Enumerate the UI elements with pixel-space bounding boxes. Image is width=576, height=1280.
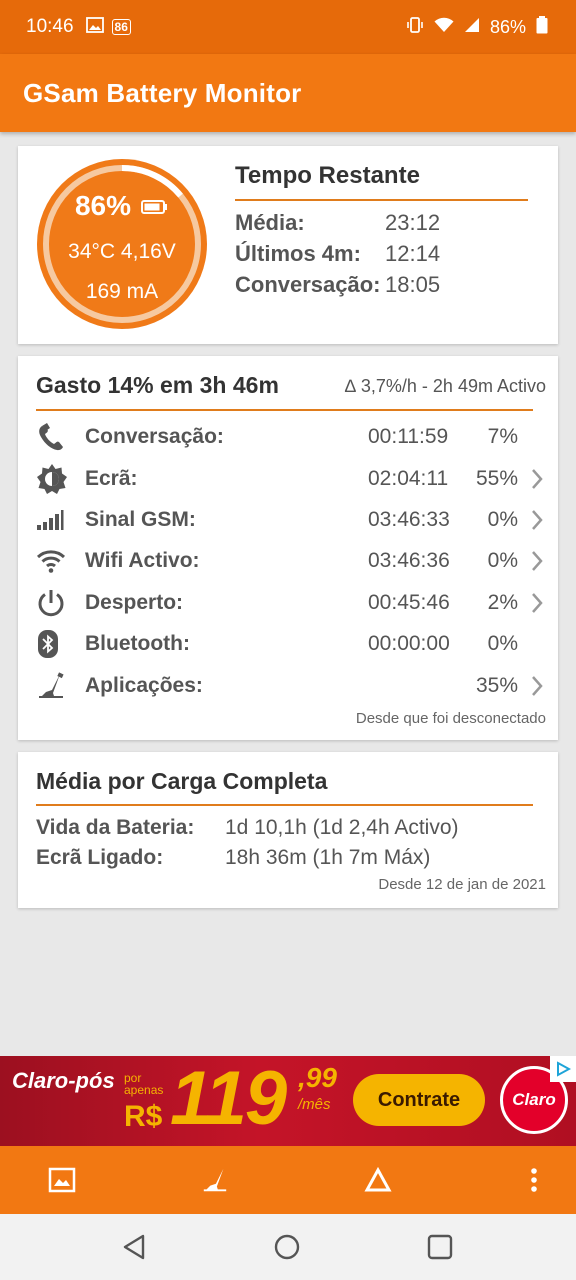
ad-per-month: /mês xyxy=(298,1096,331,1113)
usage-row-screen[interactable]: Ecrã: 02:04:11 55% xyxy=(36,459,556,499)
image-icon xyxy=(85,16,104,38)
full-charge-row: Ecrã Ligado: 18h 36m (1h 7m Máx) xyxy=(36,846,431,869)
chevron-right-icon[interactable] xyxy=(530,592,544,619)
bluetooth-icon xyxy=(36,628,76,660)
ad-brand: Claro-pós xyxy=(12,1068,115,1093)
full-charge-title: Média por Carga Completa xyxy=(36,768,328,794)
divider xyxy=(36,409,533,411)
usage-rate: ∆ 3,7%/h - 2h 49m Activo xyxy=(344,376,546,396)
time-remaining-row: Conversação: 18:05 xyxy=(235,272,441,297)
signal-icon xyxy=(464,17,480,38)
screen-brightness-icon xyxy=(36,463,76,495)
more-options-icon[interactable] xyxy=(514,1160,554,1200)
divider xyxy=(235,199,528,201)
apps-icon[interactable] xyxy=(195,1160,235,1200)
gauge-text: 86% 34°C 4,16V 169 mA xyxy=(36,158,208,330)
home-icon[interactable] xyxy=(271,1231,303,1263)
usage-title: Gasto 14% em 3h 46m xyxy=(36,372,279,398)
ad-price: 119 xyxy=(170,1056,287,1141)
battery-icon xyxy=(536,15,548,39)
notification-badge: 86 xyxy=(111,19,131,35)
usage-row-call: Conversação: 00:11:59 7% xyxy=(36,417,556,457)
chevron-right-icon[interactable] xyxy=(530,509,544,536)
app-title: GSam Battery Monitor xyxy=(23,77,302,108)
system-nav-bar xyxy=(0,1214,576,1280)
app-bar: GSam Battery Monitor xyxy=(0,54,576,132)
ad-banner[interactable]: Claro-pós por apenas R$ 119 ,99 /mês Cont… xyxy=(0,1056,576,1146)
ad-currency: R$ xyxy=(124,1100,163,1133)
chevron-right-icon[interactable] xyxy=(530,675,544,702)
divider xyxy=(36,804,533,806)
full-charge-row: Vida da Bateria: 1d 10,1h (1d 2,4h Activ… xyxy=(36,816,459,839)
usage-footer: Desde que foi desconectado xyxy=(355,710,546,727)
status-time: 10:46 xyxy=(26,16,74,37)
ad-cta-button[interactable]: Contrate xyxy=(353,1074,485,1126)
wifi-icon xyxy=(434,17,454,38)
usage-row-gsm[interactable]: Sinal GSM: 03:46:33 0% xyxy=(36,500,556,540)
gauge-temp-voltage: 34°C 4,16V xyxy=(68,240,176,263)
vibrate-icon xyxy=(406,16,424,39)
bottom-toolbar xyxy=(0,1146,576,1214)
usage-row-wifi[interactable]: Wifi Activo: 03:46:36 0% xyxy=(36,541,556,581)
gauge-percent: 86% xyxy=(74,190,132,221)
phone-icon xyxy=(36,421,76,453)
time-remaining-row: Média: 23:12 xyxy=(235,210,441,235)
battery-percent: 86% xyxy=(489,16,526,37)
usage-row-bluetooth: Bluetooth: 00:00:00 0% xyxy=(36,624,556,664)
power-icon xyxy=(36,587,76,619)
usage-row-apps[interactable]: Aplicações: 35% xyxy=(36,666,556,706)
full-charge-footer: Desde 12 de jan de 2021 xyxy=(378,876,546,893)
status-bar: 10:46 86 86% xyxy=(0,0,576,54)
ad-por-apenas: por apenas xyxy=(124,1071,164,1097)
wifi-icon xyxy=(36,545,76,577)
image-icon[interactable] xyxy=(42,1160,82,1200)
time-remaining-row: Últimos 4m: 12:14 xyxy=(235,241,441,266)
battery-icon xyxy=(141,190,169,222)
battery-summary-card[interactable]: 86% 34°C 4,16V 169 mA Tempo Restante Méd… xyxy=(18,146,558,344)
apps-icon xyxy=(36,670,76,702)
delta-icon[interactable] xyxy=(358,1160,398,1200)
recents-icon[interactable] xyxy=(424,1231,456,1263)
chevron-right-icon[interactable] xyxy=(530,468,544,495)
full-charge-card[interactable]: Média por Carga Completa Vida da Bateria… xyxy=(18,752,558,908)
adchoices-icon[interactable] xyxy=(550,1056,576,1082)
back-icon[interactable] xyxy=(118,1231,150,1263)
time-remaining-title: Tempo Restante xyxy=(235,162,420,189)
gauge-current: 169 mA xyxy=(85,280,159,303)
usage-card[interactable]: Gasto 14% em 3h 46m ∆ 3,7%/h - 2h 49m Ac… xyxy=(18,356,558,740)
signal-bars-icon xyxy=(36,504,76,536)
usage-row-awake[interactable]: Desperto: 00:45:46 2% xyxy=(36,583,556,623)
chevron-right-icon[interactable] xyxy=(530,550,544,577)
ad-cents: ,99 xyxy=(298,1062,337,1093)
